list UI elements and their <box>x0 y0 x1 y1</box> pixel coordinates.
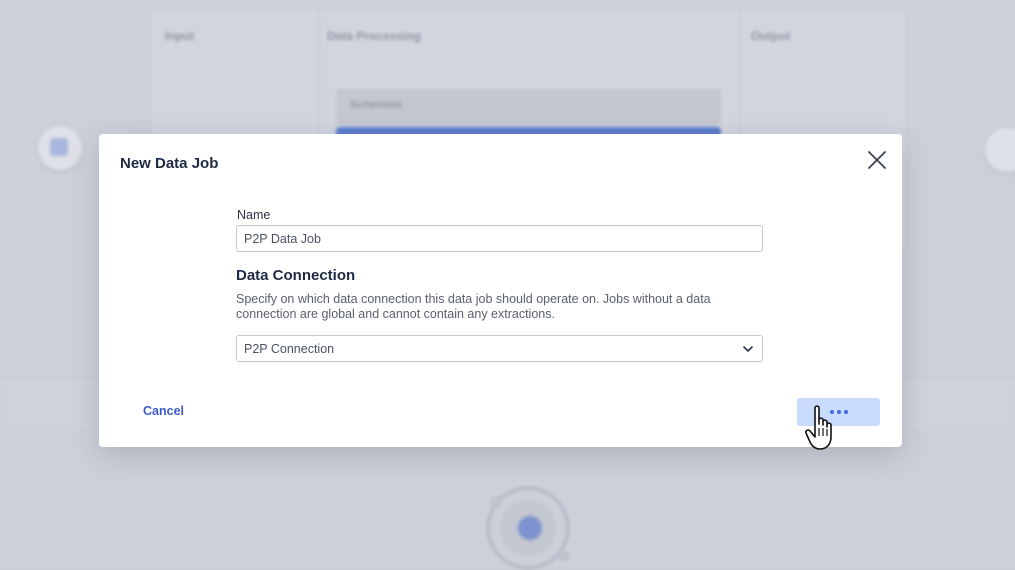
orbit-illustration-icon <box>486 486 570 570</box>
name-input[interactable] <box>236 225 763 252</box>
right-node <box>985 128 1015 172</box>
data-connection-select[interactable]: P2P Connection <box>236 335 763 362</box>
close-icon[interactable] <box>865 148 889 172</box>
data-connection-description: Specify on which data connection this da… <box>236 292 711 321</box>
chevron-down-icon <box>743 346 753 352</box>
left-node <box>38 126 82 170</box>
data-connection-heading: Data Connection <box>236 267 356 284</box>
node-icon <box>50 138 68 156</box>
new-data-job-dialog: New Data Job Name Data Connection Specif… <box>99 134 902 447</box>
name-label: Name <box>237 208 271 222</box>
schemata-card: Schemata <box>336 89 721 125</box>
loading-dot <box>844 410 848 414</box>
column-label: Input <box>165 29 195 43</box>
hand-pointer-icon <box>805 405 832 450</box>
dialog-title: New Data Job <box>120 155 219 172</box>
cancel-button[interactable]: Cancel <box>143 404 184 418</box>
selected-connection: P2P Connection <box>244 342 335 356</box>
column-label: Data Processing <box>327 29 422 43</box>
card-label: Schemata <box>350 99 402 111</box>
column-label: Output <box>751 29 791 43</box>
